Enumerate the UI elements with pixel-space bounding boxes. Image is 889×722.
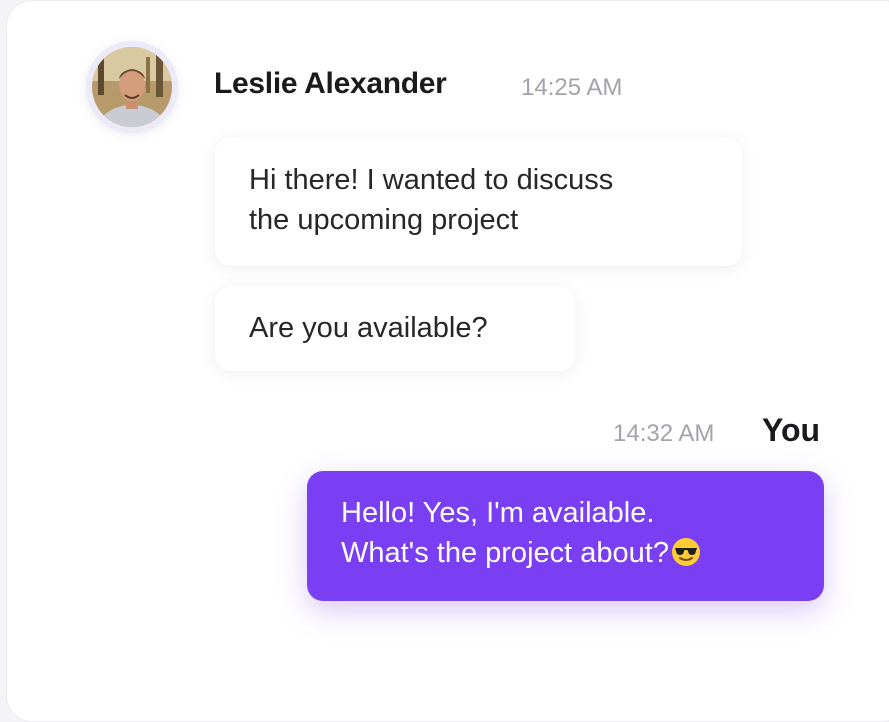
message-text-line: Hi there! I wanted to discuss <box>249 164 614 196</box>
sender-name: Leslie Alexander <box>214 67 447 100</box>
chat-panel: Leslie Alexander 14:25 AM Hi there! I wa… <box>6 0 889 722</box>
message-timestamp: 14:32 AM <box>613 420 715 447</box>
message-text-line: the upcoming project <box>249 204 519 236</box>
message-bubble-incoming: Hi there! I wanted to discuss the upcomi… <box>215 137 742 266</box>
message-timestamp: 14:25 AM <box>521 74 623 101</box>
avatar-photo <box>92 47 172 127</box>
message-bubble-outgoing: Hello! Yes, I'm available. What's the pr… <box>307 471 824 601</box>
sunglasses-emoji-icon <box>671 537 701 567</box>
message-bubble-incoming: Are you available? <box>215 286 575 371</box>
avatar[interactable] <box>86 41 178 133</box>
message-text-line: Are you available? <box>249 312 488 344</box>
message-text-line-with-emoji: What's the project about? <box>341 533 824 573</box>
message-text-line: Hello! Yes, I'm available. <box>341 497 655 529</box>
message-text-line: What's the project about? <box>341 537 669 569</box>
sender-name: You <box>762 412 821 448</box>
